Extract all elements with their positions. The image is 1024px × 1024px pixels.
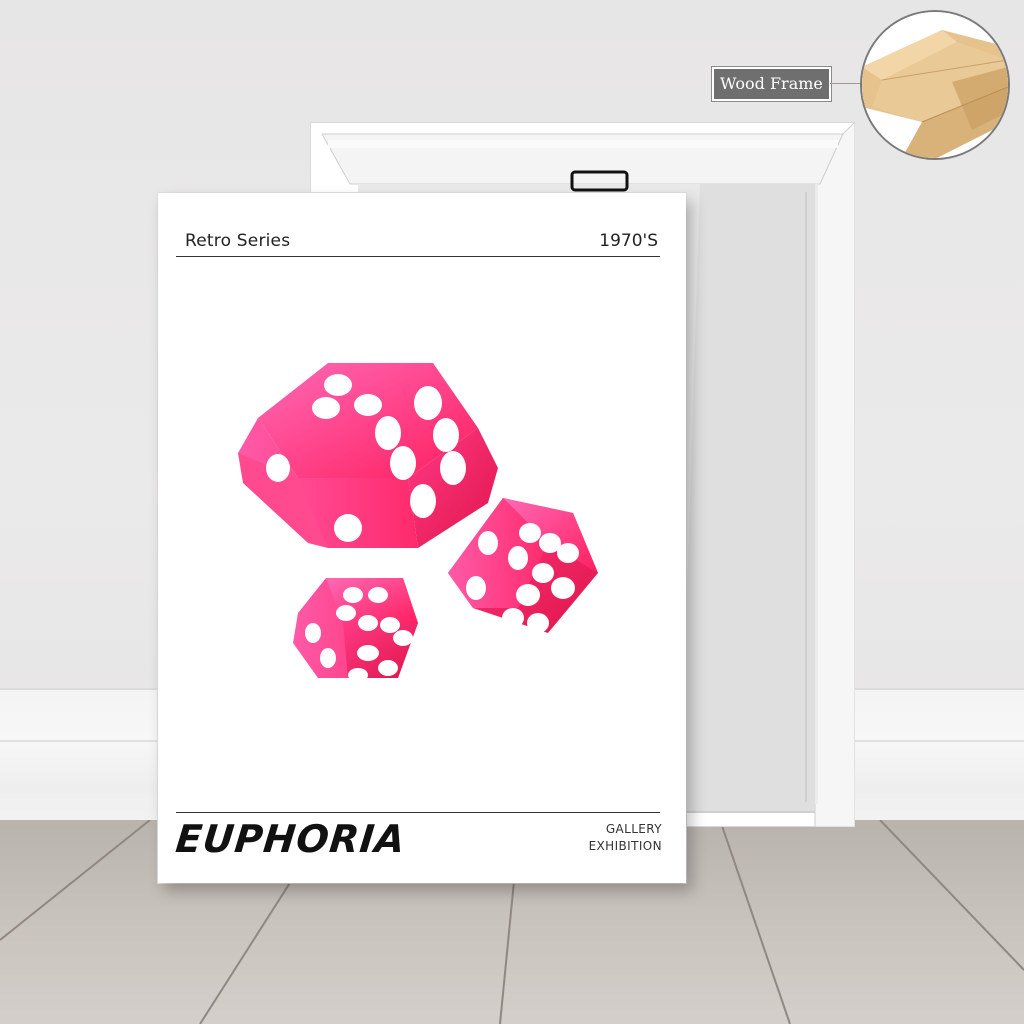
small-die (293, 578, 418, 682)
gallery-label: GALLERY EXHIBITION (589, 821, 662, 855)
series-year: 1970'S (599, 231, 658, 251)
bottom-divider (176, 812, 660, 813)
callout-connector (830, 83, 862, 84)
gallery-line-1: GALLERY (605, 822, 662, 836)
poster-canvas: Retro Series 1970'S EUPHORIA GALLERY EXH… (158, 193, 686, 883)
gallery-line-2: EXHIBITION (588, 839, 662, 853)
top-divider (176, 256, 660, 257)
big-die (238, 363, 498, 548)
wood-frame-label: Wood Frame (712, 67, 831, 101)
poster-title: EUPHORIA (173, 817, 408, 861)
right-die (448, 498, 598, 633)
product-scene: Retro Series 1970'S EUPHORIA GALLERY EXH… (0, 0, 1024, 1024)
wood-frame-detail-image (860, 10, 1010, 160)
series-title: Retro Series (185, 231, 291, 251)
pink-dice-illustration (218, 333, 648, 733)
